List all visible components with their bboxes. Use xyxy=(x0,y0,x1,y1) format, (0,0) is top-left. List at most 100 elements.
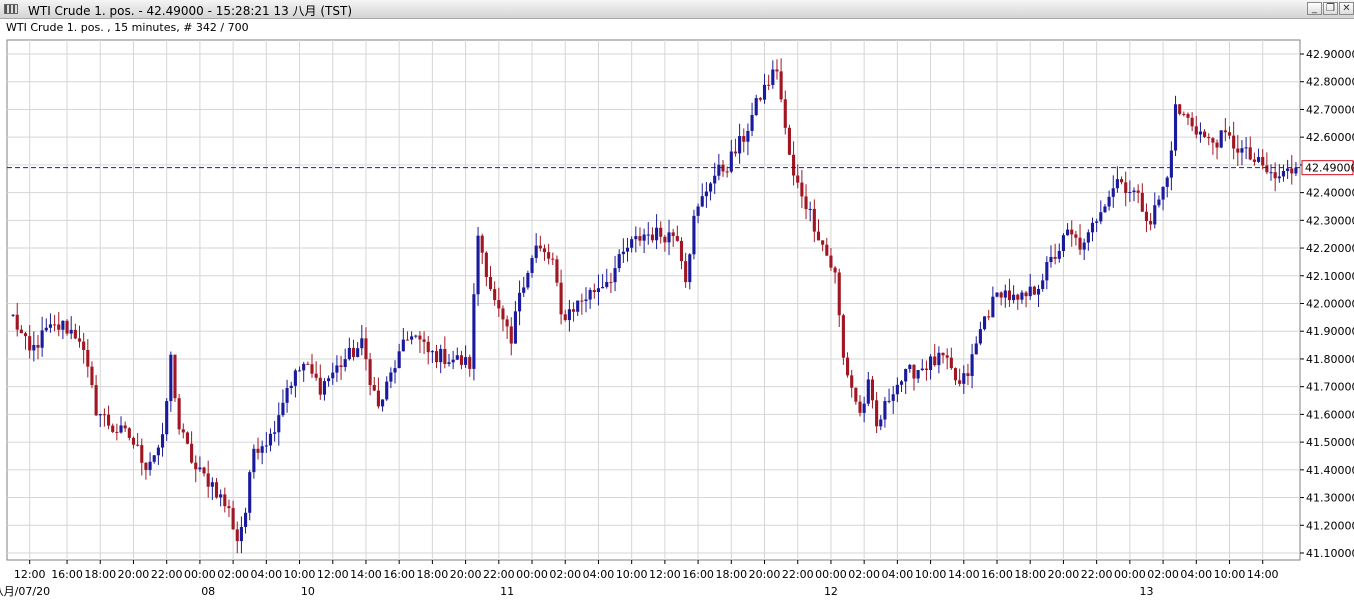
candle-body xyxy=(493,289,497,301)
candle-body xyxy=(231,508,235,530)
candle-body xyxy=(289,385,293,389)
candle-body xyxy=(966,373,970,377)
candle-body xyxy=(169,354,173,402)
candle-body xyxy=(194,462,198,470)
candle-body xyxy=(1215,142,1219,148)
candle-body xyxy=(430,351,434,353)
y-tick-label: 42.20000 xyxy=(1306,242,1354,255)
candle-body xyxy=(331,372,335,379)
candle-body xyxy=(285,388,289,403)
candle-body xyxy=(538,245,542,249)
candle-body xyxy=(1290,168,1294,174)
candle-body xyxy=(401,339,405,352)
candle-body xyxy=(459,355,464,365)
candle-body xyxy=(630,239,634,248)
x-tick-label: 04:00 xyxy=(583,568,615,581)
candle-body xyxy=(165,401,169,435)
candle-body xyxy=(609,282,613,284)
candle-body xyxy=(746,130,750,142)
candle-body xyxy=(1119,179,1124,183)
candle-body xyxy=(297,370,302,372)
candle-body xyxy=(152,455,156,462)
candle-body xyxy=(555,259,559,283)
x-tick-label: 20:00 xyxy=(450,568,482,581)
candle-body xyxy=(659,227,663,237)
y-tick-label: 41.60000 xyxy=(1306,408,1354,421)
candle-body xyxy=(86,350,90,367)
candle-body xyxy=(1203,131,1207,137)
candle-body xyxy=(1070,229,1074,235)
candle-body xyxy=(679,240,684,262)
candle-body xyxy=(933,356,937,366)
candle-body xyxy=(1111,188,1115,197)
candle-body xyxy=(351,347,356,357)
candle-body xyxy=(1227,132,1232,136)
candle-body xyxy=(725,171,729,173)
candle-body xyxy=(434,351,439,363)
candle-body xyxy=(347,347,351,360)
x-tick-label: 18:00 xyxy=(715,568,747,581)
candle-body xyxy=(1281,170,1286,177)
candle-body xyxy=(758,98,762,100)
candle-body xyxy=(800,182,804,197)
candle-body xyxy=(111,425,115,432)
x-tick-label: 14:00 xyxy=(1247,568,1279,581)
candle-body xyxy=(937,352,941,366)
candle-body xyxy=(1103,206,1107,213)
candle-body xyxy=(1161,186,1165,200)
candle-body xyxy=(115,431,119,433)
candle-body xyxy=(381,399,385,407)
candle-body xyxy=(322,381,327,395)
candle-body xyxy=(929,356,933,370)
candle-body xyxy=(1086,232,1090,243)
candle-body xyxy=(410,336,414,340)
date-label: 08 xyxy=(201,585,215,598)
candle-body xyxy=(28,336,32,351)
candle-body xyxy=(451,359,455,363)
candle-body xyxy=(617,254,621,269)
candle-body xyxy=(870,379,875,401)
x-axis: 12:00 16:00 18:00 20:00 22:00 00:00 02:00 04:00… xyxy=(0,560,1279,598)
candle-body xyxy=(310,364,314,374)
candle-body xyxy=(771,69,775,85)
candle-body xyxy=(829,255,833,268)
y-tick-label: 42.30000 xyxy=(1306,214,1354,227)
candle-body xyxy=(1066,229,1070,236)
candle-body xyxy=(1178,104,1182,114)
candle-body xyxy=(202,467,206,474)
candle-body xyxy=(69,329,73,334)
candle-body xyxy=(625,247,630,252)
candle-body xyxy=(729,151,733,172)
x-tick-label: 20:00 xyxy=(118,568,150,581)
x-tick-label: 00:00 xyxy=(516,568,548,581)
candle-body xyxy=(638,236,642,241)
candle-body xyxy=(252,448,256,473)
candle-body xyxy=(1244,147,1248,149)
candle-body xyxy=(978,329,982,344)
x-tick-label: 18:00 xyxy=(84,568,116,581)
candle-body xyxy=(845,357,850,376)
date-label: 八月/07/20 xyxy=(0,585,50,598)
candle-body xyxy=(206,473,210,487)
candle-body xyxy=(1153,205,1157,225)
candle-body xyxy=(708,183,713,192)
candle-body xyxy=(335,365,339,373)
x-tick-label: 00:00 xyxy=(815,568,847,581)
y-axis: 42.9000042.8000042.7000042.6000042.50000… xyxy=(1300,48,1354,560)
y-tick-label: 41.70000 xyxy=(1306,381,1354,394)
candle-body xyxy=(1219,130,1223,148)
candle-body xyxy=(227,506,231,509)
candle-body xyxy=(1269,172,1273,174)
candle-body xyxy=(418,335,422,340)
candle-body xyxy=(899,381,904,385)
date-label: 11 xyxy=(500,585,514,598)
candle-body xyxy=(991,296,995,318)
candle-body xyxy=(1132,190,1136,193)
candle-body xyxy=(916,370,920,379)
x-tick-label: 12:00 xyxy=(317,568,349,581)
x-tick-label: 02:00 xyxy=(549,568,581,581)
candle-body xyxy=(518,292,522,312)
candle-body xyxy=(1082,242,1086,250)
candle-body xyxy=(239,526,243,542)
candle-body xyxy=(1207,136,1211,139)
